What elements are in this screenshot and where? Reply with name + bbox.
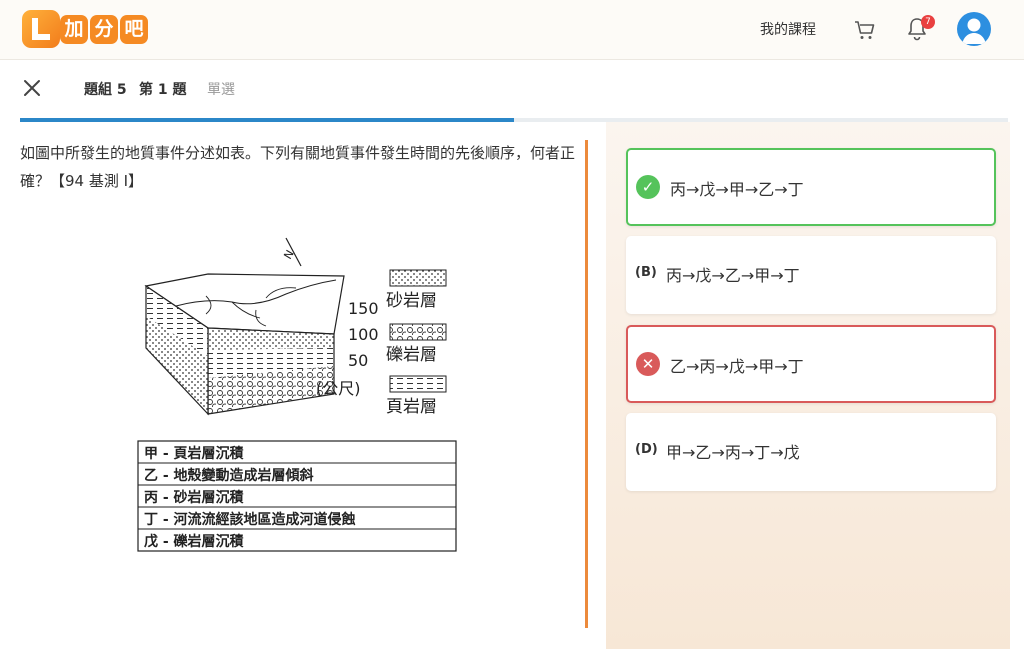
scale-tick-150: 150 — [348, 299, 379, 318]
option-a[interactable]: ✓ 丙→戊→甲→乙→丁 — [626, 148, 996, 226]
north-arrow: N — [281, 237, 302, 267]
site-logo[interactable]: 加 分 吧 — [22, 10, 152, 48]
logo-char-2: 分 — [90, 15, 118, 44]
avatar[interactable] — [957, 12, 991, 46]
option-d[interactable]: (D) 甲→乙→丙→丁→戊 — [626, 413, 996, 491]
option-b[interactable]: (B) 丙→戊→乙→甲→丁 — [626, 236, 996, 314]
option-b-letter: (B) — [635, 265, 657, 280]
pane-divider — [585, 140, 588, 628]
geology-figure: N 150 100 50 (公尺) 砂岩層 礫岩層 頁岩層 甲 - 頁岩層沉積 … — [137, 237, 457, 552]
close-icon[interactable] — [22, 78, 42, 98]
option-d-letter: (D) — [635, 442, 658, 457]
logo-char-3: 吧 — [120, 15, 148, 44]
event-row-4: 丁 - 河流流經該地區造成河道侵蝕 — [144, 511, 356, 528]
group-label: 題組 5 — [84, 82, 127, 98]
scale-unit: (公尺) — [316, 379, 361, 398]
logo-char-1: 加 — [60, 15, 88, 44]
option-d-text: 甲→乙→丙→丁→戊 — [666, 443, 800, 462]
scale-tick-100: 100 — [348, 325, 379, 344]
option-a-text: 丙→戊→甲→乙→丁 — [670, 180, 804, 199]
scale-tick-50: 50 — [348, 351, 368, 370]
event-row-2: 乙 - 地殼變動造成岩層傾斜 — [144, 467, 314, 484]
question-type: 單選 — [207, 82, 235, 98]
logo-mark — [22, 10, 60, 48]
check-icon: ✓ — [636, 175, 660, 199]
option-b-text: 丙→戊→乙→甲→丁 — [666, 266, 800, 285]
legend-label-shale: 頁岩層 — [386, 397, 437, 417]
top-bar: 加 分 吧 我的課程 7 — [0, 0, 1024, 60]
event-row-5: 戊 - 礫岩層沉積 — [144, 533, 245, 550]
question-number: 第 1 題 — [139, 82, 187, 98]
events-table: 甲 - 頁岩層沉積 乙 - 地殼變動造成岩層傾斜 丙 - 砂岩層沉積 丁 - 河… — [137, 440, 457, 552]
legend-label-sandstone: 砂岩層 — [386, 291, 437, 311]
cross-icon: ✕ — [636, 352, 660, 376]
legend-label-conglomerate: 礫岩層 — [386, 345, 437, 365]
my-courses-link[interactable]: 我的課程 — [760, 19, 816, 39]
block-diagram — [144, 273, 345, 416]
question-text: 如圖中所發生的地質事件分述如表。下列有關地質事件發生時間的先後順序，何者正確？【… — [20, 144, 576, 190]
legend-swatch-conglomerate — [389, 323, 447, 341]
event-row-3: 丙 - 砂岩層沉積 — [144, 489, 245, 506]
legend-swatch-sandstone — [389, 269, 447, 287]
north-label: N — [281, 248, 296, 262]
event-row-1: 甲 - 頁岩層沉積 — [144, 445, 245, 462]
user-icon — [962, 18, 986, 44]
legend: 砂岩層 礫岩層 頁岩層 — [386, 269, 447, 417]
cart-icon[interactable] — [853, 18, 877, 42]
notification-badge: 7 — [921, 15, 935, 29]
option-c[interactable]: ✕ 乙→丙→戊→甲→丁 — [626, 325, 996, 403]
legend-swatch-shale — [389, 375, 447, 393]
option-c-text: 乙→丙→戊→甲→丁 — [670, 357, 804, 376]
